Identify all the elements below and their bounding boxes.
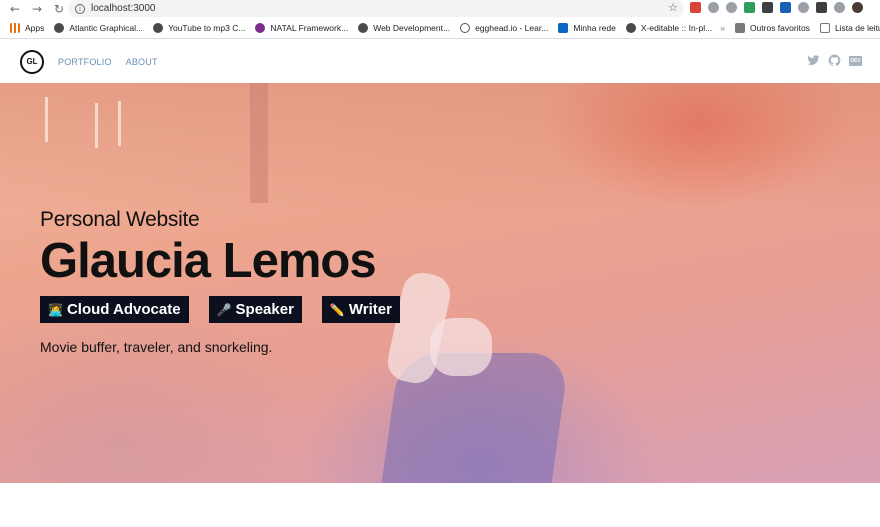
extensions: [690, 2, 863, 13]
bookmark-web-dev[interactable]: Web Development...: [358, 23, 450, 33]
extension-icon[interactable]: [690, 2, 701, 13]
page-content-area: [0, 483, 880, 527]
reading-list-icon: [819, 23, 830, 33]
nav-about[interactable]: ABOUT: [126, 57, 158, 67]
hero-content: Personal Website Glaucia Lemos 👩‍💻 Cloud…: [40, 208, 400, 355]
natal-icon: [255, 23, 266, 33]
reading-list[interactable]: Lista de leitura: [819, 23, 880, 33]
apps-grid-icon: [10, 23, 20, 33]
folder-icon: [734, 23, 745, 33]
bookmark-star-icon[interactable]: ☆: [668, 1, 678, 14]
bookmark-x-editable[interactable]: X-editable :: In-pl...: [625, 23, 712, 33]
badge-label: Cloud Advocate: [66, 301, 181, 318]
hero-name: Glaucia Lemos: [40, 234, 377, 288]
nav-portfolio[interactable]: PORTFOLIO: [58, 57, 112, 67]
badge-speaker: 🎤 Speaker: [208, 296, 302, 323]
technologist-icon: 👩‍💻: [48, 302, 63, 317]
pencil-icon: ✏️: [329, 302, 345, 317]
reload-icon[interactable]: ↻: [52, 2, 66, 16]
linkedin-icon: [558, 23, 569, 33]
dev-icon[interactable]: DEV: [849, 55, 862, 66]
hero-background-post: [118, 101, 121, 146]
globe-icon: [153, 23, 164, 33]
hero-background-shoe: [430, 318, 492, 376]
badge-label: Speaker: [235, 301, 294, 318]
back-icon[interactable]: ←: [8, 2, 22, 16]
hero-subtitle: Personal Website: [40, 208, 200, 231]
bookmark-youtube-mp3[interactable]: YouTube to mp3 C...: [153, 23, 245, 33]
extension-icon[interactable]: [708, 2, 719, 13]
microphone-icon: 🎤: [216, 302, 232, 317]
site-header: GL PORTFOLIO ABOUT DEV: [0, 40, 880, 83]
hero-banner: Personal Website Glaucia Lemos 👩‍💻 Cloud…: [0, 83, 880, 483]
bookmark-minha-rede[interactable]: Minha rede: [558, 23, 616, 33]
globe-icon: [358, 23, 369, 33]
extension-icon[interactable]: [744, 2, 755, 13]
other-bookmarks[interactable]: Outros favoritos: [734, 23, 810, 33]
github-icon[interactable]: [828, 54, 841, 67]
bookmark-natal[interactable]: NATAL Framework...: [255, 23, 348, 33]
hero-background-trees: [0, 83, 880, 213]
social-links: DEV: [807, 54, 862, 67]
hero-background-trunk: [250, 83, 268, 203]
url-text[interactable]: localhost:3000: [91, 3, 156, 14]
twitter-icon[interactable]: [807, 54, 820, 67]
bookmarks-bar: Apps Atlantic Graphical... YouTube to mp…: [0, 18, 880, 39]
hero-background-post: [95, 103, 98, 148]
globe-icon: [54, 23, 65, 33]
browser-toolbar: ← → ↻ i localhost:3000 ☆: [0, 0, 880, 18]
bookmark-egghead[interactable]: egghead.io - Lear...: [460, 23, 548, 33]
bookmark-apps[interactable]: Apps: [10, 23, 44, 33]
hero-tagline: Movie buffer, traveler, and snorkeling.: [40, 339, 273, 355]
globe-icon: [625, 23, 636, 33]
bookmark-atlantic[interactable]: Atlantic Graphical...: [54, 23, 143, 33]
extension-icon[interactable]: [780, 2, 791, 13]
profile-avatar[interactable]: [852, 2, 863, 13]
badge-writer: ✏️ Writer: [321, 296, 400, 323]
site-info-icon[interactable]: i: [75, 3, 85, 14]
eyedropper-icon[interactable]: [762, 2, 773, 13]
badge-label: Writer: [348, 301, 392, 318]
egghead-icon: [460, 23, 471, 33]
bookmarks-overflow[interactable]: »: [720, 23, 725, 33]
puzzle-icon[interactable]: [816, 2, 827, 13]
site-logo[interactable]: GL: [20, 49, 44, 74]
extension-icon[interactable]: [798, 2, 809, 13]
address-bar[interactable]: i localhost:3000 ☆: [68, 0, 684, 17]
extension-icon[interactable]: [834, 2, 845, 13]
badge-cloud-advocate: 👩‍💻 Cloud Advocate: [40, 296, 189, 323]
hero-background-post: [45, 97, 48, 142]
forward-icon[interactable]: →: [30, 2, 44, 16]
grammarly-icon[interactable]: [726, 2, 737, 13]
role-badges: 👩‍💻 Cloud Advocate 🎤 Speaker ✏️ Writer: [40, 296, 400, 323]
